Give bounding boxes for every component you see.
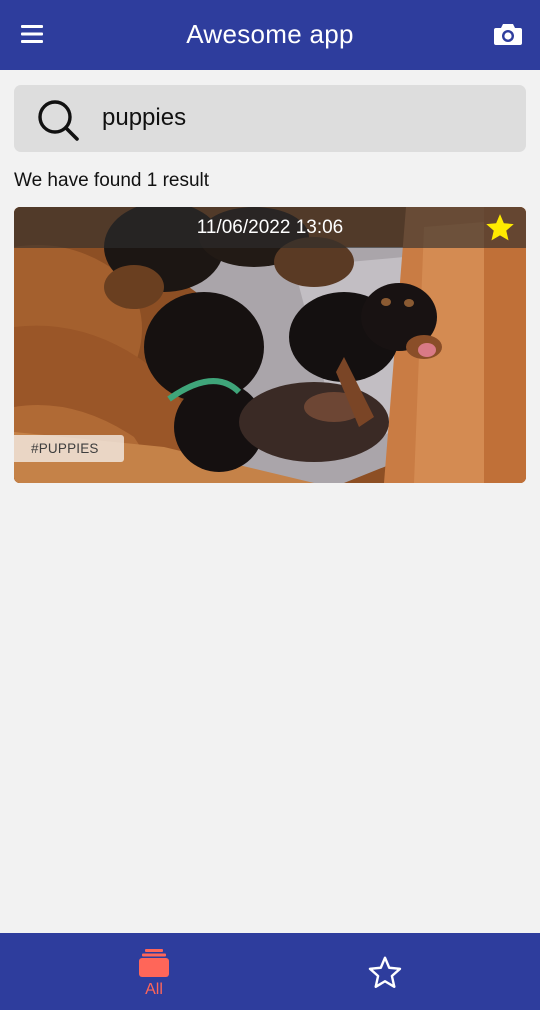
- tag-chip[interactable]: #PUPPIES: [14, 435, 124, 462]
- date-overlay: 11/06/2022 13:06: [14, 207, 526, 248]
- search-icon[interactable]: [36, 98, 80, 142]
- stacked-photos-icon: [139, 949, 169, 977]
- app-title: Awesome app: [186, 19, 354, 49]
- star-outline-icon: [368, 956, 402, 988]
- app-bar: Awesome app: [0, 0, 540, 70]
- camera-icon: [494, 24, 522, 45]
- search-bar[interactable]: [14, 85, 526, 152]
- star-filled-icon[interactable]: [484, 212, 516, 244]
- search-input[interactable]: [102, 93, 502, 143]
- camera-button[interactable]: [484, 14, 532, 54]
- result-card[interactable]: 11/06/2022 13:06 #PUPPIES: [14, 207, 526, 483]
- nav-all-tab[interactable]: All: [0, 933, 270, 1010]
- bottom-nav: All: [0, 933, 540, 1010]
- result-count: We have found 1 result: [14, 170, 210, 191]
- photo-date: 11/06/2022 13:06: [196, 217, 344, 238]
- nav-all-label: All: [145, 981, 163, 998]
- nav-favorites-tab[interactable]: [270, 933, 540, 1010]
